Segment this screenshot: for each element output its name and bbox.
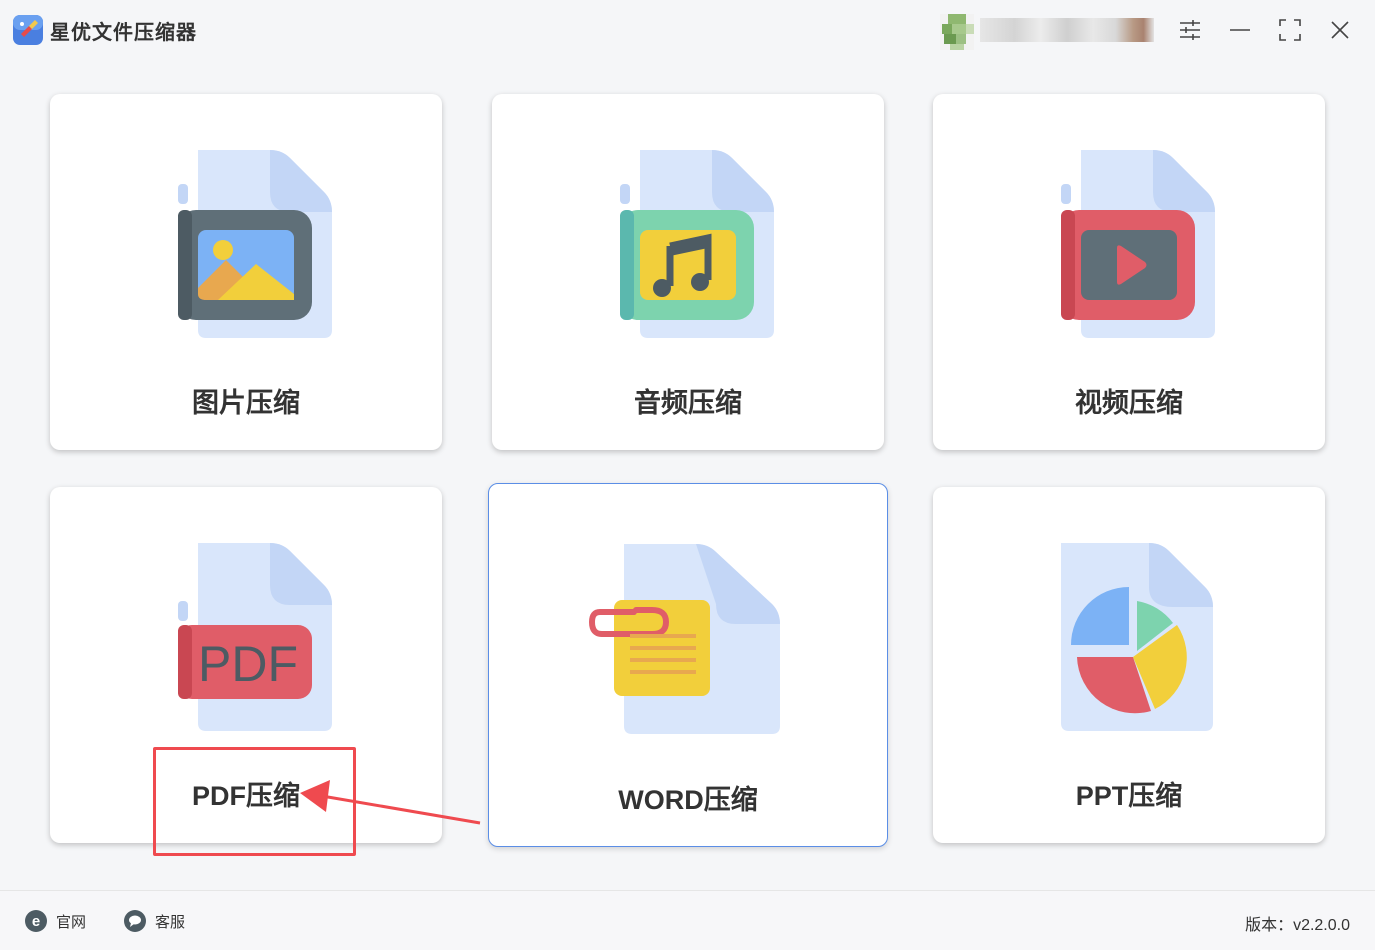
card-label: 图片压缩 <box>192 388 300 418</box>
svg-text:e: e <box>32 913 40 930</box>
browser-e-icon: e <box>24 909 48 933</box>
minimize-icon[interactable] <box>1226 16 1254 44</box>
close-icon[interactable] <box>1326 16 1354 44</box>
card-label: 音频压缩 <box>634 388 742 418</box>
user-account[interactable] <box>940 14 1154 50</box>
title-bar: 星优文件压缩器 <box>0 0 1375 62</box>
word-file-icon <box>588 542 784 738</box>
image-file-icon <box>150 148 342 344</box>
username-redacted <box>980 18 1154 42</box>
settings-sliders-icon[interactable] <box>1176 16 1204 44</box>
card-ppt-compress[interactable]: PPT压缩 <box>933 487 1325 843</box>
card-label: PPT压缩 <box>1075 781 1183 811</box>
website-label: 官网 <box>56 913 87 931</box>
version-text: 版本：v2.2.0.0 <box>1245 917 1350 934</box>
card-audio-compress[interactable]: 音频压缩 <box>492 94 884 450</box>
card-label: WORD压缩 <box>618 785 758 815</box>
app-title: 星优文件压缩器 <box>50 22 197 44</box>
app-window: 星优文件压缩器 图片压缩 音频压缩 视频压缩 PDF PDF压缩 WORD压缩 … <box>0 0 1375 950</box>
card-word-compress[interactable]: WORD压缩 <box>488 483 888 847</box>
app-logo-icon <box>12 14 44 46</box>
pdf-icon-text: PDF <box>198 636 298 692</box>
video-file-icon <box>1033 148 1225 344</box>
pdf-file-icon: PDF <box>150 541 342 737</box>
annotation-highlight-box <box>153 747 356 856</box>
ppt-file-icon <box>1033 541 1225 737</box>
avatar[interactable] <box>940 14 974 50</box>
chat-bubble-icon <box>123 909 147 933</box>
maximize-icon[interactable] <box>1276 16 1304 44</box>
audio-file-icon <box>592 148 784 344</box>
card-video-compress[interactable]: 视频压缩 <box>933 94 1325 450</box>
support-label: 客服 <box>155 913 186 931</box>
card-label: 视频压缩 <box>1075 388 1183 418</box>
support-link[interactable]: 客服 <box>123 909 185 933</box>
footer-bar: e 官网 客服 版本：v2.2.0.0 <box>0 890 1375 950</box>
website-link[interactable]: e 官网 <box>24 909 86 933</box>
card-image-compress[interactable]: 图片压缩 <box>50 94 442 450</box>
